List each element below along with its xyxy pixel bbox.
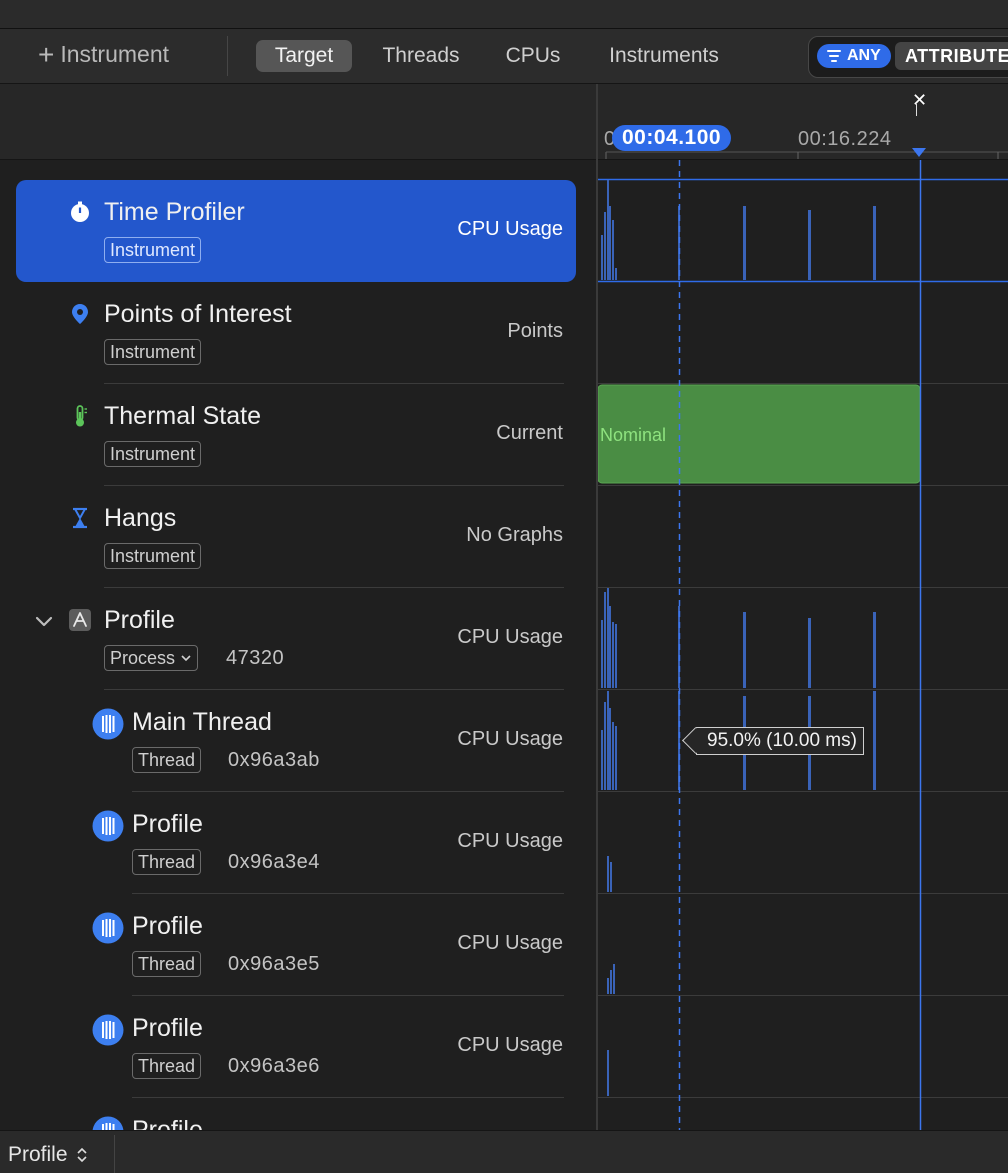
chevron-down-icon	[181, 655, 191, 662]
timeline-tracks[interactable]: Nominal	[598, 160, 1008, 1130]
track-name: Profile	[132, 912, 203, 940]
thread-icon	[92, 708, 124, 740]
filter-icon	[827, 50, 841, 62]
track-name: Profile	[132, 1014, 203, 1042]
statusbar: Profile	[0, 1130, 1008, 1173]
ruler-time-label: 00:16.224	[798, 128, 892, 150]
track-graph-label[interactable]: No Graphs	[466, 524, 563, 547]
ruler-ticks	[605, 151, 1008, 159]
track-graph-label[interactable]: Points	[507, 320, 563, 343]
track-type-tag: Process	[110, 648, 176, 668]
track-name: Points of Interest	[104, 300, 292, 328]
track-name: Hangs	[104, 504, 177, 532]
track-row-thread-profile[interactable]: Profile	[0, 1098, 596, 1130]
thread-icon	[92, 912, 124, 944]
track-graph-label[interactable]: CPU Usage	[457, 932, 563, 955]
track-row-hangs[interactable]: Hangs Instrument No Graphs	[0, 486, 596, 588]
time-ruler[interactable]: 0 00:04.100 00:16.224 ✕	[598, 84, 1008, 160]
thread-id: 0x96a3e4	[228, 851, 320, 873]
playhead-handle[interactable]	[912, 148, 926, 157]
location-pin-icon	[72, 304, 88, 324]
thermal-state-label: Nominal	[600, 425, 666, 445]
track-row-thermal-state[interactable]: Thermal State Instrument Current	[0, 384, 596, 486]
plus-icon: +	[38, 38, 55, 70]
tab-target[interactable]: Target	[256, 40, 352, 72]
process-id: 47320	[226, 647, 285, 669]
track-graph-label[interactable]: CPU Usage	[457, 830, 563, 853]
stopwatch-icon	[71, 201, 89, 222]
toolbar-divider	[227, 36, 228, 76]
filter-any-label: ANY	[847, 47, 881, 64]
track-name: Profile	[132, 1116, 203, 1130]
track-type-tag: Thread	[132, 747, 202, 773]
toolbar: + Instrument Target Threads CPUs Instrum…	[0, 29, 1008, 84]
inspection-marker	[916, 104, 917, 116]
thread-icon	[92, 1116, 124, 1130]
track-name: Time Profiler	[104, 198, 245, 226]
track-graph-label[interactable]: CPU Usage	[457, 1034, 563, 1057]
track-row-thread-profile[interactable]: Profile Thread 0x96a3e4 CPU Usage	[0, 792, 596, 894]
thread-icon	[92, 810, 124, 842]
track-row-process-profile[interactable]: Profile Process 47320 CPU Usage	[0, 588, 596, 690]
track-graph-label[interactable]: CPU Usage	[457, 626, 563, 649]
chevron-updown-icon	[76, 1147, 87, 1163]
track-type-tag: Instrument	[104, 543, 202, 569]
track-graph-label[interactable]: CPU Usage	[457, 218, 563, 241]
track-name: Main Thread	[132, 708, 272, 736]
add-instrument-label: Instrument	[60, 41, 170, 67]
track-type-tag: Thread	[132, 849, 202, 875]
add-instrument-button[interactable]: + Instrument	[38, 38, 170, 70]
tab-instruments[interactable]: Instruments	[594, 40, 734, 72]
app-icon	[69, 609, 91, 631]
track-name: Thermal State	[104, 402, 262, 430]
close-icon[interactable]: ✕	[912, 90, 927, 111]
thread-icon	[92, 1014, 124, 1046]
track-graph-label[interactable]: CPU Usage	[457, 728, 563, 751]
thread-id: 0x96a3e5	[228, 953, 320, 975]
filter-attribute-chip[interactable]: ATTRIBUTE	[895, 42, 1008, 70]
cpu-usage-tooltip: 95.0% (10.00 ms)	[696, 727, 864, 755]
scope-selector[interactable]: Profile	[8, 1143, 88, 1167]
thermometer-icon	[76, 405, 87, 427]
thread-id: 0x96a3ab	[228, 749, 320, 771]
track-row-thread-profile[interactable]: Profile Thread 0x96a3e5 CPU Usage	[0, 894, 596, 996]
track-name: Profile	[104, 606, 175, 634]
current-time-indicator[interactable]: 00:04.100	[612, 125, 732, 151]
track-row-main-thread[interactable]: Main Thread Thread 0x96a3ab CPU Usage	[0, 690, 596, 792]
thread-id: 0x96a3e6	[228, 1055, 320, 1077]
tab-threads[interactable]: Threads	[370, 40, 472, 72]
scope-label: Profile	[8, 1143, 68, 1166]
track-type-tag: Thread	[132, 951, 202, 977]
track-header-area	[0, 84, 596, 160]
track-type-tag: Instrument	[104, 339, 202, 365]
tab-cpus[interactable]: CPUs	[496, 40, 570, 72]
timeline-graph[interactable]: Nominal	[598, 160, 1008, 1130]
track-list: Time Profiler Instrument CPU Usage Point…	[0, 160, 596, 1130]
track-type-tag: Instrument	[104, 441, 202, 467]
track-type-tag: Instrument	[104, 237, 202, 263]
cpu-usage-bars	[601, 180, 876, 280]
track-row-points-of-interest[interactable]: Points of Interest Instrument Points	[0, 282, 596, 384]
filter-any-chip[interactable]: ANY	[817, 44, 891, 68]
track-name: Profile	[132, 810, 203, 838]
hourglass-icon	[73, 507, 87, 529]
track-type-tag: Thread	[132, 1053, 202, 1079]
filter-field[interactable]: ANY ATTRIBUTE	[808, 36, 1008, 78]
track-row-thread-profile[interactable]: Profile Thread 0x96a3e6 CPU Usage	[0, 996, 596, 1098]
process-type-selector[interactable]: Process	[104, 645, 199, 671]
statusbar-divider	[114, 1135, 115, 1173]
track-graph-label[interactable]: Current	[496, 422, 563, 445]
window-titlebar	[0, 0, 1008, 29]
track-row-time-profiler[interactable]: Time Profiler Instrument CPU Usage	[0, 160, 596, 282]
chevron-down-icon[interactable]	[32, 610, 56, 634]
